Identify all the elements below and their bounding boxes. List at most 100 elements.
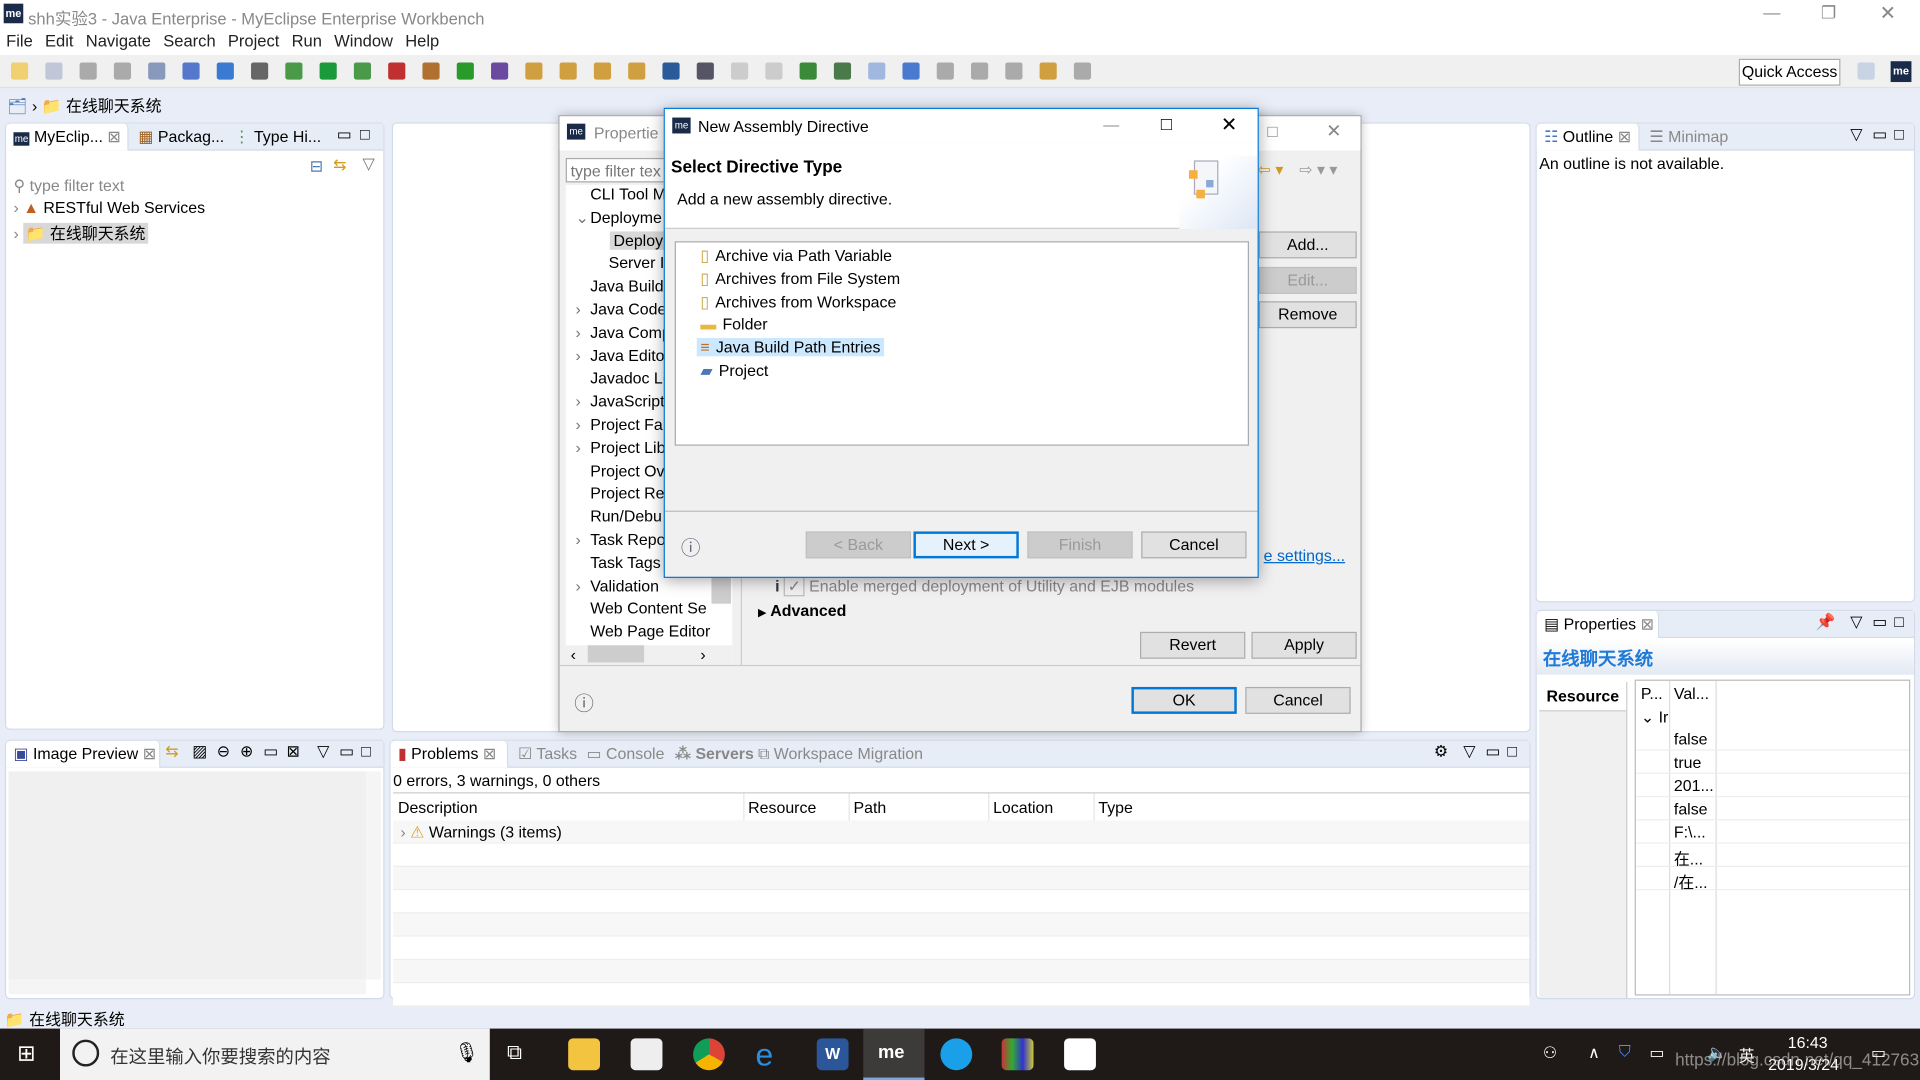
property-row[interactable]: false: [1635, 797, 1909, 821]
pref-tree-item[interactable]: Project Re: [590, 484, 664, 502]
tab-servers[interactable]: ⁂ Servers: [667, 741, 761, 768]
mail-icon[interactable]: [630, 1038, 663, 1071]
pref-tree-item[interactable]: Deploy: [609, 230, 667, 250]
minimize-view-icon[interactable]: ▭: [1872, 125, 1887, 145]
toolbar-button-icon-24[interactable]: [833, 62, 852, 80]
tree-horizontal-scrollbar[interactable]: ‹ ›: [565, 645, 733, 665]
directive-item[interactable]: ▯ Archives from File System: [697, 269, 904, 289]
zoom-in-icon[interactable]: ⊕: [240, 742, 253, 762]
battery-icon[interactable]: ▭: [1649, 1043, 1664, 1063]
directive-item[interactable]: ▬ Folder: [697, 315, 772, 333]
column-property[interactable]: P...: [1641, 684, 1663, 702]
maximize-view-icon[interactable]: □: [360, 125, 370, 143]
notifications-icon[interactable]: ▭: [1871, 1043, 1886, 1063]
settings-link[interactable]: e settings...: [1264, 546, 1345, 564]
toolbar-button-icon-3[interactable]: [113, 62, 132, 80]
toolbar-button-icon-12[interactable]: [422, 62, 440, 80]
maximize-view-icon[interactable]: □: [1894, 125, 1904, 143]
pin-icon[interactable]: 📌: [1816, 612, 1836, 632]
toolbar-button-icon-27[interactable]: [936, 62, 954, 80]
filter-icon[interactable]: ⚙: [1434, 742, 1448, 762]
column-description[interactable]: Description: [398, 798, 478, 816]
minimize-view-icon[interactable]: ▭: [337, 125, 352, 145]
back-nav-icon[interactable]: ⇦ ▾: [1258, 160, 1284, 180]
pref-tree-item[interactable]: › Project Fa: [576, 415, 663, 433]
help-icon[interactable]: ⓘ: [681, 531, 701, 560]
directive-item[interactable]: ≡ Java Build Path Entries: [696, 338, 885, 357]
view-menu-icon[interactable]: ▽: [1850, 612, 1862, 632]
property-row[interactable]: 201...: [1635, 774, 1909, 798]
task-view-icon[interactable]: ⧉: [507, 1041, 522, 1065]
column-path[interactable]: Path: [853, 798, 886, 816]
menu-window[interactable]: Window: [328, 28, 399, 54]
expand-icon[interactable]: ⌄: [576, 208, 589, 228]
column-resource[interactable]: Resource: [748, 798, 816, 816]
property-row[interactable]: false: [1635, 727, 1909, 751]
pref-tree-item[interactable]: › Task Repo: [576, 530, 666, 548]
quick-access-input[interactable]: Quick Access: [1738, 58, 1841, 86]
tab-type-hierarchy[interactable]: ⋮ Type Hi...: [227, 124, 329, 151]
toolbar-button-icon-10[interactable]: [353, 62, 372, 80]
expand-icon[interactable]: ›: [576, 346, 581, 364]
close-button[interactable]: ✕: [1880, 1, 1896, 25]
toolbar-button-icon-23[interactable]: [799, 62, 817, 80]
myeclipse-taskbar-button[interactable]: me: [863, 1028, 925, 1080]
breadcrumb-project[interactable]: 在线聊天系统: [66, 97, 162, 115]
menu-project[interactable]: Project: [222, 28, 286, 54]
pref-tree-item[interactable]: Server I: [609, 254, 665, 272]
pref-tree-item[interactable]: Project Ov: [590, 461, 664, 479]
tab-problems[interactable]: ▮ Problems ⊠: [390, 740, 509, 768]
expand-icon[interactable]: ›: [576, 323, 581, 341]
tab-myeclipse-explorer[interactable]: me MyEclip... ⊠: [6, 123, 129, 151]
tab-tasks[interactable]: ☑ Tasks: [511, 741, 585, 768]
maximize-view-icon[interactable]: □: [1507, 742, 1517, 760]
next-button[interactable]: Next >: [913, 531, 1019, 559]
tab-outline[interactable]: ☷ Outline ⊠: [1536, 123, 1640, 151]
pref-tree-item[interactable]: Run/Debu: [590, 507, 662, 525]
tab-properties[interactable]: ▤ Properties ⊠: [1536, 611, 1660, 638]
file-explorer-icon[interactable]: [568, 1038, 601, 1071]
pref-tree-item[interactable]: ⌄ Deployme: [576, 208, 662, 226]
column-value[interactable]: Val...: [1674, 684, 1709, 702]
pref-tree-item[interactable]: Web Content Se: [590, 599, 707, 617]
tab-workspace-migration[interactable]: ⧉ Workspace Migration: [751, 741, 931, 768]
property-row[interactable]: /在...: [1635, 867, 1909, 891]
restore-button[interactable]: ❐: [1821, 2, 1836, 23]
view-menu-icon[interactable]: ▽: [1850, 125, 1862, 145]
pref-tree-item[interactable]: Web Page Editor: [590, 622, 710, 640]
menu-edit[interactable]: Edit: [39, 28, 80, 54]
close-button[interactable]: ✕: [1221, 113, 1237, 137]
actual-size-icon[interactable]: ▭: [263, 742, 278, 762]
toolbar-button-icon-19[interactable]: [662, 62, 680, 80]
collapse-all-icon[interactable]: ⊟: [310, 157, 323, 177]
forward-nav-icon[interactable]: ⇨ ▾ ▾: [1299, 160, 1337, 180]
toolbar-button-icon-5[interactable]: [182, 62, 200, 80]
merged-deployment-checkbox[interactable]: i ✓ Enable merged deployment of Utility …: [775, 575, 1194, 597]
advanced-section-toggle[interactable]: ▶ Advanced: [758, 601, 846, 619]
warnings-group-row[interactable]: › ⚠ Warnings (3 items): [400, 823, 561, 843]
view-menu-icon[interactable]: ▽: [317, 742, 329, 762]
people-icon[interactable]: ⚇: [1543, 1043, 1557, 1063]
minimize-view-icon[interactable]: ▭: [1872, 612, 1887, 632]
edit-button[interactable]: Edit...: [1258, 266, 1357, 294]
column-type[interactable]: Type: [1098, 798, 1133, 816]
finish-button[interactable]: Finish: [1027, 531, 1133, 559]
security-shield-icon[interactable]: ⛉: [1619, 1042, 1631, 1062]
show-hidden-icons[interactable]: ∧: [1588, 1043, 1600, 1063]
expand-icon[interactable]: ›: [576, 392, 581, 410]
tree-item-restful[interactable]: › ▲ RESTful Web Services: [13, 198, 205, 216]
tab-image-preview[interactable]: ▣ Image Preview ⊠: [6, 740, 161, 768]
toolbar-button-icon-26[interactable]: [902, 62, 920, 80]
toolbar-button-icon-7[interactable]: [251, 62, 269, 80]
expand-icon[interactable]: ›: [576, 530, 581, 548]
cancel-button[interactable]: Cancel: [1141, 531, 1247, 559]
toolbar-button-icon-11[interactable]: [388, 62, 406, 80]
toolbar-button-icon-0[interactable]: [11, 62, 29, 80]
menu-file[interactable]: File: [0, 28, 39, 54]
fit-icon[interactable]: ▨: [192, 742, 207, 762]
column-location[interactable]: Location: [993, 798, 1053, 816]
filter-input[interactable]: type filter tex: [565, 157, 669, 183]
toolbar-button-icon-28[interactable]: [971, 62, 989, 80]
toolbar-button-icon-6[interactable]: [216, 62, 234, 80]
expand-icon[interactable]: ›: [576, 300, 581, 318]
